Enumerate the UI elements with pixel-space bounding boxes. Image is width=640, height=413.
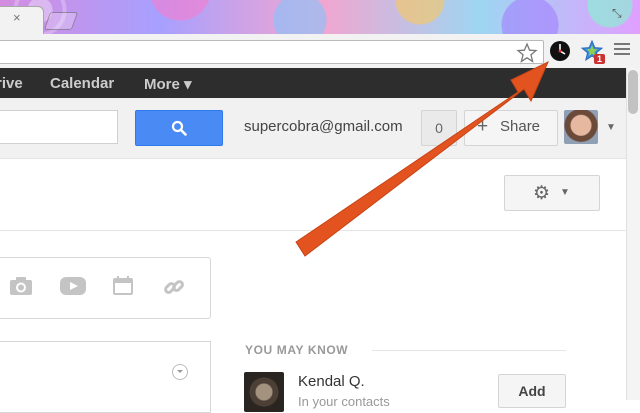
pointer-arrow-annotation (295, 60, 549, 257)
